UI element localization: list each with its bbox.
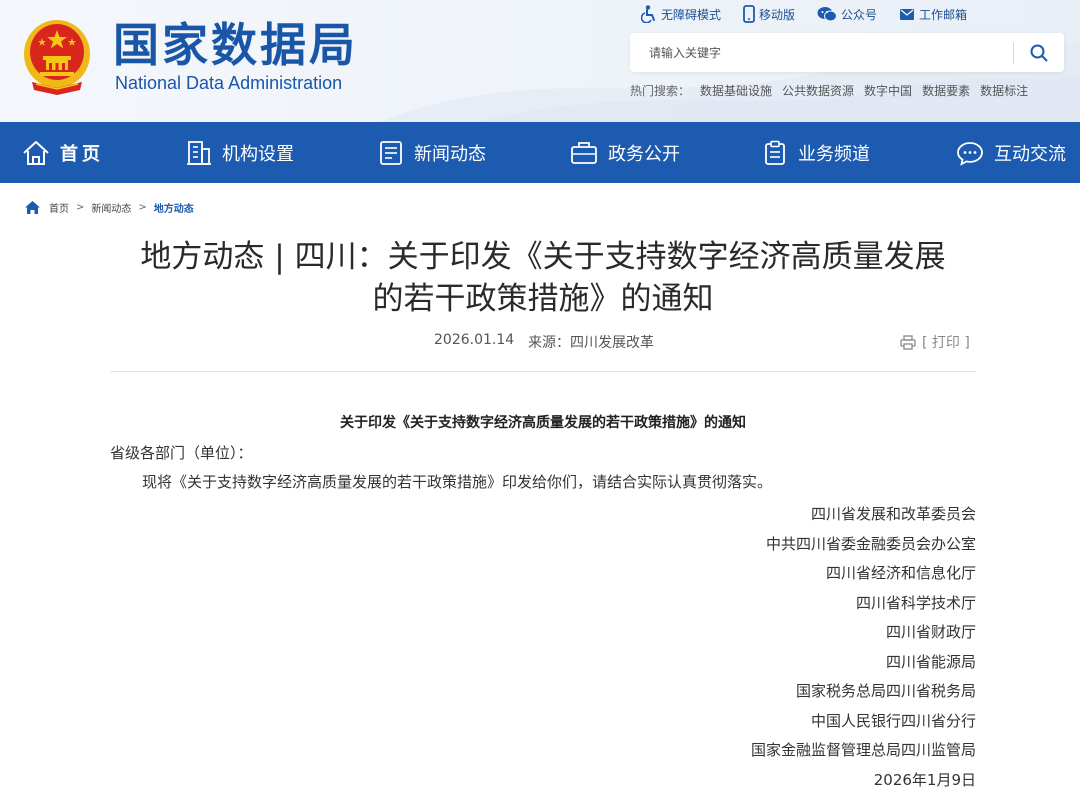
building-icon	[187, 140, 211, 165]
top-links: 无障碍模式 移动版 公众号 工作邮箱	[619, 3, 967, 25]
publish-date: 2026.01.14	[434, 332, 515, 348]
breadcrumb-item-news[interactable]: 新闻动态	[91, 200, 131, 215]
site-logo-english[interactable]: National Data Administration	[115, 72, 342, 94]
site-header: 国家数据局 National Data Administration 无障碍模式…	[0, 0, 1080, 122]
official-account-link[interactable]: 公众号	[817, 6, 877, 23]
signature-line: 四川省经济和信息化厅	[825, 564, 976, 582]
home-icon	[23, 140, 49, 165]
hot-search: 热门搜索： 数据基础设施 公共数据资源 数字中国 数据要素 数据标注	[630, 82, 1038, 99]
nav-item-label: 互动交流	[994, 143, 1066, 165]
nav-item-label: 机构设置	[222, 143, 294, 165]
work-email-label: 工作邮箱	[918, 7, 967, 22]
hot-keyword[interactable]: 数据基础设施	[700, 82, 772, 99]
signature-line: 四川省财政厅	[885, 623, 976, 641]
news-icon	[380, 140, 402, 165]
breadcrumb-item-current[interactable]: 地方动态	[154, 200, 194, 215]
signature-line: 国家税务总局四川省税务局	[795, 682, 976, 700]
breadcrumb-item-home[interactable]: 首页	[49, 200, 69, 215]
search-input[interactable]	[630, 34, 1013, 71]
work-email-link[interactable]: 工作邮箱	[899, 6, 967, 23]
article-source: 来源：四川发展改革	[528, 335, 654, 351]
print-button[interactable]: [ 打印 ]	[900, 332, 970, 352]
hot-keyword[interactable]: 数据标注	[980, 82, 1028, 99]
nav-item-home[interactable]: 首页	[22, 122, 104, 183]
nav-item-news[interactable]: 新闻动态	[378, 122, 486, 183]
signature-line: 国家金融监督管理总局四川监管局	[750, 741, 976, 759]
hot-search-label: 热门搜索：	[630, 84, 691, 98]
nav-item-label: 业务频道	[798, 143, 870, 165]
body-paragraph: 现将《关于支持数字经济高质量发展的若干政策措施》印发给你们，请结合实际认真贯彻落…	[142, 473, 773, 491]
search-button[interactable]	[1014, 34, 1064, 71]
signature-line: 四川省科学技术厅	[855, 593, 976, 612]
signature-date: 2026年1月9日	[873, 770, 976, 789]
hot-keyword[interactable]: 数字中国	[864, 82, 912, 99]
mobile-version-label: 移动版	[758, 7, 795, 22]
nav-item-label: 新闻动态	[414, 143, 486, 165]
mobile-version-link[interactable]: 移动版	[743, 5, 795, 23]
article-title: 地方动态 | 四川：关于印发《关于支持数字经济高质量发展 的若干政策措施》的通知	[100, 236, 986, 320]
wechat-icon	[817, 7, 837, 22]
clipboard-icon	[765, 140, 785, 165]
article-title-line: 地方动态 | 四川：关于印发《关于支持数字经济高质量发展	[140, 239, 946, 275]
nav-item-label: 首页	[60, 143, 104, 165]
site-logo-chinese[interactable]: 国家数据局	[113, 18, 358, 72]
hot-keyword[interactable]: 公共数据资源	[782, 82, 854, 99]
printer-icon	[900, 334, 916, 350]
print-label: [ 打印 ]	[922, 335, 970, 351]
article-title-line: 的若干政策措施》的通知	[372, 281, 714, 317]
national-emblem-icon	[24, 20, 90, 95]
signature-line: 四川省能源局	[885, 652, 976, 671]
accessibility-mode-link[interactable]: 无障碍模式	[640, 5, 721, 23]
search-icon	[1030, 44, 1048, 61]
signature-line: 中国人民银行四川省分行	[810, 711, 976, 730]
official-account-label: 公众号	[840, 7, 877, 22]
nav-item-government-affairs[interactable]: 政务公开	[570, 122, 680, 183]
signature-block: 四川省发展和改革委员会 中共四川省委金融委员会办公室 四川省经济和信息化厅 四川…	[751, 500, 976, 793]
signature-line: 中共四川省委金融委员会办公室	[765, 534, 976, 553]
search-box	[630, 33, 1064, 72]
nav-item-business-channel[interactable]: 业务频道	[762, 122, 870, 183]
meta-divider	[110, 371, 976, 372]
breadcrumb: 首页 > 新闻动态 > 地方动态	[24, 200, 194, 215]
signature-line: 四川省发展和改革委员会	[810, 505, 976, 523]
accessibility-mode-label: 无障碍模式	[660, 7, 721, 22]
home-icon	[25, 201, 40, 214]
main-nav: 首页 机构设置 新闻动态 政务公开 业务频道 互动交流	[0, 122, 1080, 183]
nav-item-organization[interactable]: 机构设置	[186, 122, 294, 183]
accessibility-icon	[640, 5, 655, 23]
briefcase-icon	[571, 141, 597, 164]
mail-icon	[899, 9, 914, 20]
nav-item-label: 政务公开	[608, 143, 680, 165]
nav-item-interaction[interactable]: 互动交流	[956, 122, 1066, 183]
hot-keyword[interactable]: 数据要素	[922, 82, 970, 99]
mobile-icon	[743, 5, 755, 23]
salutation: 省级各部门（单位）：	[110, 444, 253, 462]
document-title: 关于印发《关于支持数字经济高质量发展的若干政策措施》的通知	[340, 415, 746, 431]
chat-icon	[957, 141, 983, 166]
breadcrumb-separator: >	[138, 202, 147, 213]
breadcrumb-separator: >	[76, 202, 85, 213]
